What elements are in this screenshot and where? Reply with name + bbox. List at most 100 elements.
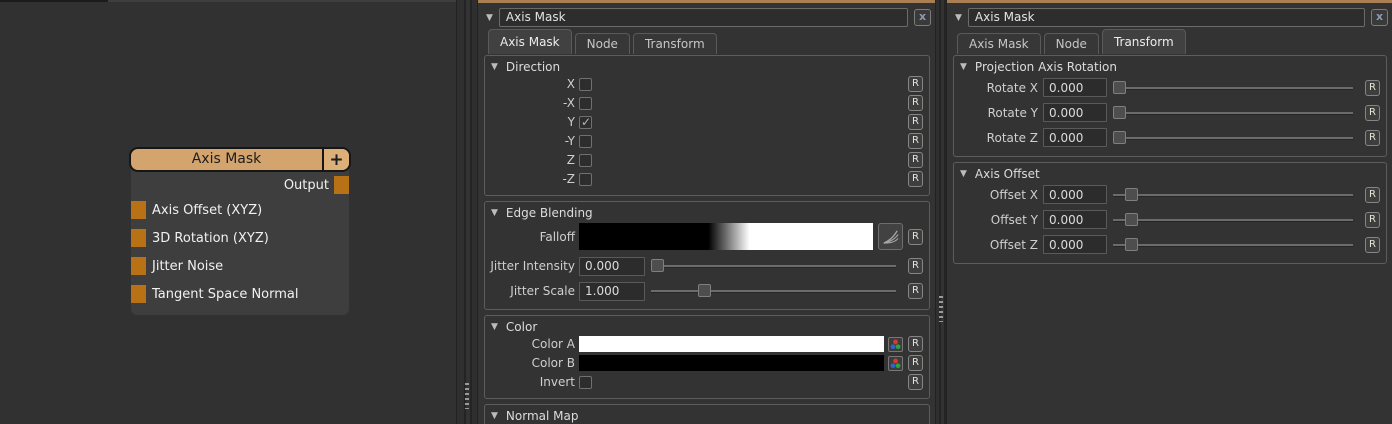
collapse-arrow-icon[interactable]: ▼ (491, 62, 498, 72)
offset-z-slider[interactable] (1113, 237, 1353, 253)
group-header[interactable]: ▼ Axis Offset (958, 165, 1380, 182)
rotate-y-slider[interactable] (1113, 105, 1353, 121)
slider-handle[interactable] (1125, 213, 1138, 226)
reset-button[interactable]: R (1365, 130, 1380, 146)
group-header[interactable]: ▼ Color (489, 318, 923, 335)
tab-node[interactable]: Node (575, 33, 630, 54)
panel-splitter[interactable] (456, 0, 478, 424)
direction-z-checkbox[interactable] (579, 154, 592, 167)
canvas-top-border (0, 0, 108, 2)
jitter-intensity-slider[interactable] (651, 258, 896, 274)
slider-handle[interactable] (698, 284, 711, 297)
field-label: Rotate X (958, 81, 1043, 95)
falloff-curve-editor-button[interactable] (878, 223, 903, 250)
offset-x-input[interactable] (1043, 185, 1107, 204)
rotate-z-slider[interactable] (1113, 130, 1353, 146)
color-picker-button[interactable] (888, 337, 903, 352)
offset-x-slider[interactable] (1113, 187, 1353, 203)
collapse-arrow-icon[interactable]: ▼ (486, 13, 493, 23)
collapse-arrow-icon[interactable]: ▼ (491, 208, 498, 218)
slider-handle[interactable] (1113, 81, 1126, 94)
group-header[interactable]: ▼ Projection Axis Rotation (958, 58, 1380, 75)
tab-node[interactable]: Node (1044, 33, 1099, 54)
input-port-connector[interactable] (131, 257, 146, 275)
collapse-arrow-icon[interactable]: ▼ (960, 169, 967, 179)
jitter-scale-input[interactable] (579, 282, 645, 301)
slider-handle[interactable] (1113, 106, 1126, 119)
direction-neg-y-checkbox[interactable] (579, 135, 592, 148)
rotate-z-input[interactable] (1043, 128, 1107, 147)
panel-title-field[interactable]: Axis Mask (499, 8, 908, 27)
color-picker-button[interactable] (888, 356, 903, 371)
input-port-connector[interactable] (131, 201, 146, 219)
axis-mask-node[interactable]: Axis Mask + Output Axis Offset (XYZ) 3D … (129, 147, 351, 315)
input-port-label: Jitter Noise (152, 259, 223, 274)
close-icon[interactable]: x (1371, 9, 1388, 26)
reset-button[interactable]: R (908, 171, 923, 187)
node-add-button[interactable]: + (322, 149, 349, 170)
reset-button[interactable]: R (1365, 105, 1380, 121)
tab-axis-mask[interactable]: Axis Mask (957, 33, 1041, 54)
collapse-arrow-icon[interactable]: ▼ (491, 411, 498, 421)
node-graph-canvas[interactable]: Axis Mask + Output Axis Offset (XYZ) 3D … (0, 0, 456, 424)
reset-button[interactable]: R (908, 355, 923, 371)
rotate-y-input[interactable] (1043, 103, 1107, 122)
group-header[interactable]: ▼ Direction (489, 58, 923, 75)
close-icon[interactable]: x (914, 9, 931, 26)
falloff-gradient-preview[interactable] (579, 223, 873, 250)
splitter-grip-icon[interactable] (939, 296, 943, 322)
reset-button[interactable]: R (908, 258, 923, 274)
offset-y-slider[interactable] (1113, 212, 1353, 228)
direction-neg-x-checkbox[interactable] (579, 97, 592, 110)
reset-button[interactable]: R (908, 336, 923, 352)
collapse-arrow-icon[interactable]: ▼ (491, 322, 498, 332)
color-a-swatch[interactable] (579, 336, 884, 352)
direction-neg-z-checkbox[interactable] (579, 173, 592, 186)
offset-z-input[interactable] (1043, 235, 1107, 254)
collapse-arrow-icon[interactable]: ▼ (960, 62, 967, 72)
output-port-connector[interactable] (334, 176, 349, 194)
panel-tabs: Axis Mask Node Transform (947, 29, 1392, 54)
rotate-x-input[interactable] (1043, 78, 1107, 97)
reset-button[interactable]: R (908, 133, 923, 149)
rotate-x-slider[interactable] (1113, 80, 1353, 96)
jitter-scale-slider[interactable] (651, 283, 896, 299)
color-b-swatch[interactable] (579, 355, 884, 371)
group-header[interactable]: ▼ Edge Blending (489, 204, 923, 221)
slider-handle[interactable] (651, 259, 664, 272)
reset-button[interactable]: R (1365, 187, 1380, 203)
reset-button[interactable]: R (908, 114, 923, 130)
slider-handle[interactable] (1125, 238, 1138, 251)
reset-button[interactable]: R (908, 95, 923, 111)
jitter-scale-row: Jitter Scale R (489, 279, 923, 303)
reset-button[interactable]: R (908, 76, 923, 92)
reset-button[interactable]: R (908, 229, 923, 245)
tab-transform[interactable]: Transform (633, 33, 717, 54)
input-port-connector[interactable] (131, 229, 146, 247)
reset-button[interactable]: R (908, 283, 923, 299)
node-header[interactable]: Axis Mask + (129, 147, 351, 172)
invert-checkbox[interactable] (579, 376, 592, 389)
slider-handle[interactable] (1113, 131, 1126, 144)
direction-x-checkbox[interactable] (579, 78, 592, 91)
reset-button[interactable]: R (908, 152, 923, 168)
splitter-grip-icon[interactable] (465, 383, 469, 409)
panel-splitter[interactable] (935, 0, 947, 424)
collapse-arrow-icon[interactable]: ▼ (955, 13, 962, 23)
offset-y-input[interactable] (1043, 210, 1107, 229)
reset-button[interactable]: R (908, 374, 923, 390)
tab-transform[interactable]: Transform (1102, 29, 1186, 54)
canvas-top-border-light (108, 0, 456, 2)
jitter-intensity-input[interactable] (579, 257, 645, 276)
reset-button[interactable]: R (1365, 237, 1380, 253)
panel-title-field[interactable]: Axis Mask (968, 8, 1365, 27)
field-label: Offset X (958, 188, 1043, 202)
reset-button[interactable]: R (1365, 212, 1380, 228)
direction-y-checkbox[interactable] (579, 116, 592, 129)
reset-button[interactable]: R (1365, 80, 1380, 96)
tab-axis-mask[interactable]: Axis Mask (488, 29, 572, 54)
slider-handle[interactable] (1125, 188, 1138, 201)
group-header[interactable]: ▼ Normal Map (489, 407, 923, 424)
group-title-label: Color (506, 320, 537, 334)
input-port-connector[interactable] (131, 285, 146, 303)
